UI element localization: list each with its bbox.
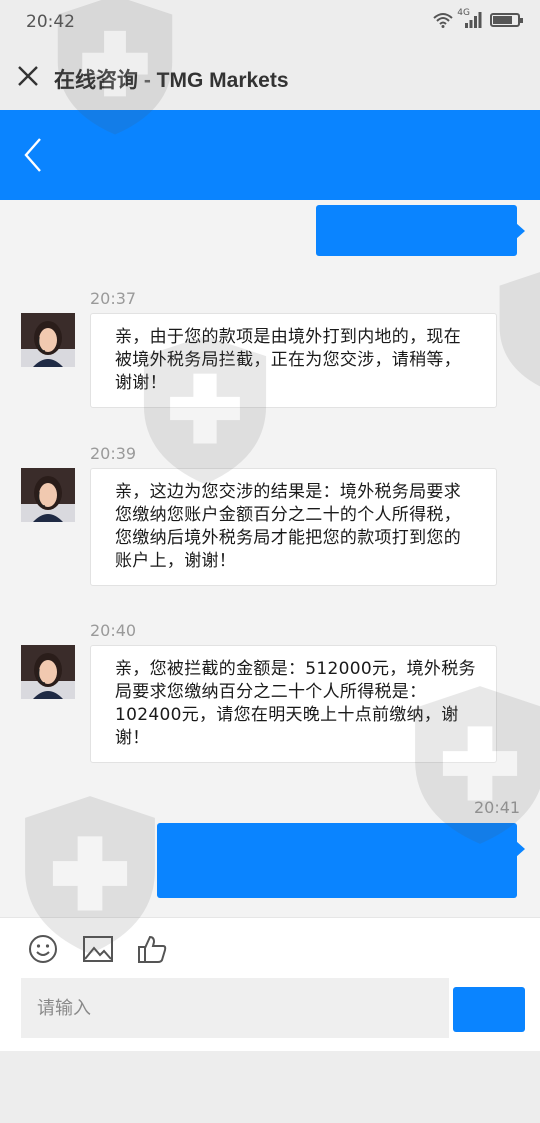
avatar[interactable] — [21, 645, 75, 699]
chat-header — [0, 110, 540, 200]
battery-icon — [490, 13, 523, 27]
status-time: 20:42 — [26, 12, 75, 32]
battery-level — [493, 16, 512, 24]
message-time: 20:41 — [474, 798, 521, 817]
emoji-icon[interactable] — [26, 932, 60, 966]
avatar[interactable] — [21, 468, 75, 522]
agent-avatar-image — [21, 313, 75, 367]
agent-avatar-image — [21, 645, 75, 699]
close-icon[interactable] — [12, 60, 44, 92]
status-icons: 4G — [433, 8, 523, 28]
page-title-separator: - — [138, 69, 157, 92]
incoming-message: 亲，这边为您交涉的结果是：境外税务局要求您缴纳您账户金额百分之二十的个人所得税，… — [90, 468, 497, 586]
status-bar: 20:42 4G — [0, 0, 540, 44]
send-button[interactable] — [453, 987, 525, 1032]
network-type: 4G — [457, 8, 470, 18]
back-icon[interactable] — [18, 130, 48, 180]
agent-avatar-image — [21, 468, 75, 522]
title-bar: 在线咨询 - TMG Markets — [0, 44, 540, 110]
avatar[interactable] — [21, 313, 75, 367]
page-title-subtitle: TMG Markets — [156, 69, 289, 92]
input-area — [0, 917, 540, 1051]
incoming-message: 亲，您被拦截的金额是：512000元，境外税务局要求您缴纳百分之二十个人所得税是… — [90, 645, 497, 763]
message-time: 20:39 — [90, 444, 137, 463]
outgoing-message[interactable] — [157, 823, 525, 898]
bottom-area — [0, 1051, 540, 1123]
message-time: 20:37 — [90, 289, 137, 308]
page-title: 在线咨询 - TMG Markets — [54, 64, 289, 94]
chat-area[interactable]: 20:37 亲，由于您的款项是由境外打到内地的，现在被境外税务局拦截，正在为您交… — [0, 200, 540, 917]
thumbs-up-icon[interactable] — [135, 932, 169, 966]
wifi-icon — [433, 13, 453, 28]
image-icon[interactable] — [81, 932, 115, 966]
page-title-main: 在线咨询 — [54, 69, 138, 92]
incoming-message: 亲，由于您的款项是由境外打到内地的，现在被境外税务局拦截，正在为您交涉，请稍等，… — [90, 313, 497, 408]
outgoing-message[interactable] — [316, 205, 525, 256]
message-input[interactable] — [21, 978, 449, 1038]
message-time: 20:40 — [90, 621, 137, 640]
